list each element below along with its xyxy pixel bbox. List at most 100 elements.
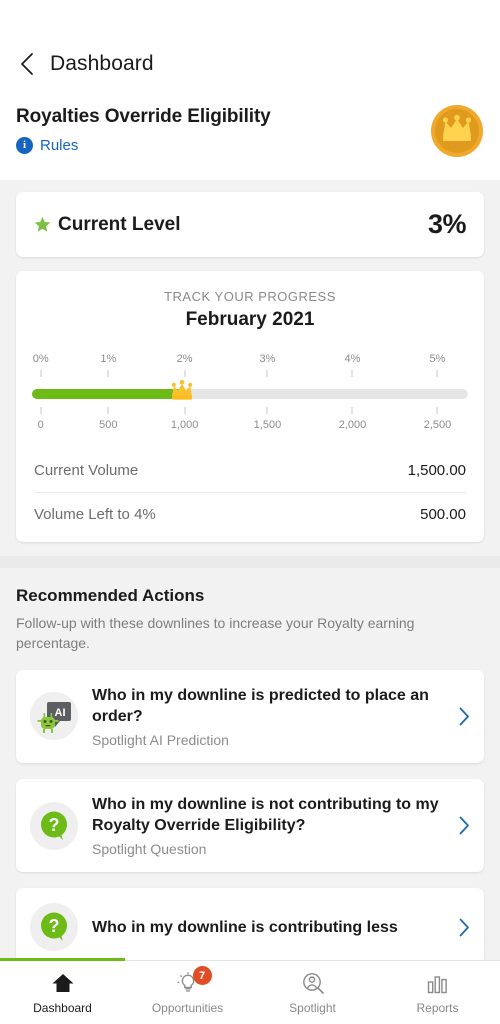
percent-tick-mark: [266, 370, 268, 377]
percent-tick-mark: [436, 370, 438, 377]
volume-row-label: Volume Left to 4%: [34, 506, 156, 523]
current-level-label: Current Level: [58, 213, 181, 235]
lightbulb-icon: 7: [176, 966, 212, 996]
volume-row-label: Current Volume: [34, 462, 139, 479]
star-icon: [34, 216, 51, 232]
current-level-left: Current Level: [34, 214, 180, 236]
section-divider: [0, 556, 500, 568]
tab-label: Reports: [416, 1001, 459, 1015]
crown-icon: [172, 379, 193, 400]
volume-tick-mark: [351, 407, 353, 414]
page-title-block: Royalties Override Eligibility i Rules: [0, 90, 500, 180]
percent-tick-mark: [351, 370, 353, 377]
page-title: Royalties Override Eligibility: [16, 106, 271, 127]
chevron-right-icon: [459, 816, 469, 835]
progress-card: TRACK YOUR PROGRESS February 2021 0% 1% 2%…: [16, 271, 484, 542]
svg-text:?: ?: [49, 916, 60, 936]
navigation-bar: Dashboard: [0, 38, 500, 90]
recommended-action-type: Spotlight AI Prediction: [92, 731, 229, 748]
recommended-actions-list: AI Who in my downline is predicted to pl…: [0, 669, 500, 960]
percent-tick-label: 2%: [176, 353, 193, 365]
percent-tick-mark: [184, 370, 186, 377]
recommended-action-card[interactable]: AI Who in my downline is predicted to pl…: [16, 669, 484, 763]
tab-reports[interactable]: Reports: [375, 961, 500, 1024]
info-icon: i: [16, 137, 33, 154]
volume-row: Current Volume 1,500.00: [34, 449, 466, 492]
tab-badge: 7: [192, 966, 212, 985]
recommended-action-text: Who in my downline is contributing less: [92, 917, 452, 938]
volume-tick-label: 1,000: [170, 419, 199, 431]
recommended-action-text: Who in my downline is not contributing t…: [92, 794, 452, 857]
question-bubble-icon: ?: [30, 801, 78, 850]
volume-tick-labels: 0 500 1,000 1,500 2,000 2,500: [32, 419, 468, 435]
volume-row-value: 500.00: [420, 506, 466, 523]
volume-tick-label: 2,000: [338, 419, 367, 431]
percent-tick-label: 3%: [259, 353, 276, 365]
tab-label: Spotlight: [289, 1001, 336, 1015]
progress-bar-fill: [32, 389, 183, 399]
bar-chart-icon: [426, 970, 450, 996]
home-icon: [51, 970, 75, 996]
percent-tick-labels: 0% 1% 2% 3% 4% 5%: [32, 353, 468, 369]
header-region: Dashboard Royalties Override Eligibility…: [0, 0, 500, 180]
recommended-action-question: Who in my downline is contributing less: [92, 918, 398, 936]
rules-link[interactable]: i Rules: [16, 137, 271, 154]
chevron-left-icon: [21, 53, 33, 75]
question-bubble-icon: ?: [30, 903, 78, 952]
volume-tick-label: 0: [37, 419, 44, 431]
tab-dashboard[interactable]: Dashboard: [0, 961, 125, 1024]
current-level-card: Current Level 3%: [16, 192, 484, 257]
recommended-action-type: Spotlight Question: [92, 841, 207, 858]
recommended-action-chevron[interactable]: [452, 707, 470, 726]
tab-opportunities[interactable]: 7 Opportunities: [125, 961, 250, 1024]
tab-list: Dashboard 7 Opportunities Spotlight Repor…: [0, 961, 500, 1024]
recommended-action-chevron[interactable]: [452, 816, 470, 835]
main-scroll-area[interactable]: Current Level 3% TRACK YOUR PROGRESS Feb…: [0, 180, 500, 960]
progress-kicker: TRACK YOUR PROGRESS: [164, 289, 336, 304]
volume-tick-mark: [266, 407, 268, 414]
volume-tick-mark: [184, 407, 186, 414]
tab-spotlight[interactable]: Spotlight: [250, 961, 375, 1024]
tab-label: Dashboard: [33, 1001, 92, 1015]
progress-bar: [32, 379, 468, 405]
person-search-icon: [301, 970, 325, 996]
svg-text:?: ?: [49, 815, 60, 835]
volume-rows: Current Volume 1,500.00 Volume Left to 4% 5…: [16, 449, 484, 536]
percent-tick-label: 1%: [100, 353, 117, 365]
progress-scale: 0% 1% 2% 3% 4% 5% 0 500 1,000 1,500 2,000 2,500: [32, 353, 468, 443]
app-root: Dashboard Royalties Override Eligibility…: [0, 0, 500, 1024]
percent-tick-mark: [40, 370, 42, 377]
current-level-value: 3%: [427, 209, 467, 239]
recommended-action-chevron[interactable]: [452, 918, 470, 937]
tab-label: Opportunities: [151, 1001, 224, 1015]
back-button[interactable]: [14, 51, 40, 77]
person-search-icon: [302, 973, 324, 994]
recommended-action-text: Who in my downline is predicted to place…: [92, 685, 452, 748]
volume-tick-label: 2,500: [423, 419, 452, 431]
page-title-group: Royalties Override Eligibility i Rules: [16, 104, 271, 154]
volume-tick-label: 500: [99, 419, 118, 431]
bottom-tab-bar: Dashboard 7 Opportunities Spotlight Repor…: [0, 958, 500, 1024]
crown-coin-icon: [431, 105, 483, 157]
volume-tick-mark: [107, 407, 109, 414]
question-bubble-icon: ?: [30, 903, 78, 952]
volume-tick-label: 1,500: [253, 419, 282, 431]
volume-row: Volume Left to 4% 500.00: [34, 492, 466, 536]
bar-chart-icon: [427, 976, 447, 994]
recommended-action-card[interactable]: ? Who in my downline is contributing les…: [16, 888, 484, 960]
progress-month: February 2021: [185, 309, 315, 330]
percent-tick-label: 5%: [429, 353, 446, 365]
volume-row-value: 1,500.00: [407, 462, 466, 479]
ai-robot-avatar-icon: AI: [30, 692, 78, 741]
volume-tick-mark: [40, 407, 42, 414]
percent-tick-mark: [107, 370, 109, 377]
question-bubble-icon: ?: [30, 801, 78, 850]
percent-tick-label: 0%: [32, 353, 49, 365]
percent-tick-label: 4%: [344, 353, 361, 365]
ai-robot-avatar-icon: AI: [30, 692, 78, 741]
recommended-action-card[interactable]: ? Who in my downline is not contributing…: [16, 778, 484, 873]
home-icon: [52, 974, 73, 992]
recommended-action-question: Who in my downline is predicted to place…: [92, 686, 429, 725]
svg-text:AI: AI: [55, 707, 66, 719]
rules-link-label: Rules: [40, 137, 79, 154]
